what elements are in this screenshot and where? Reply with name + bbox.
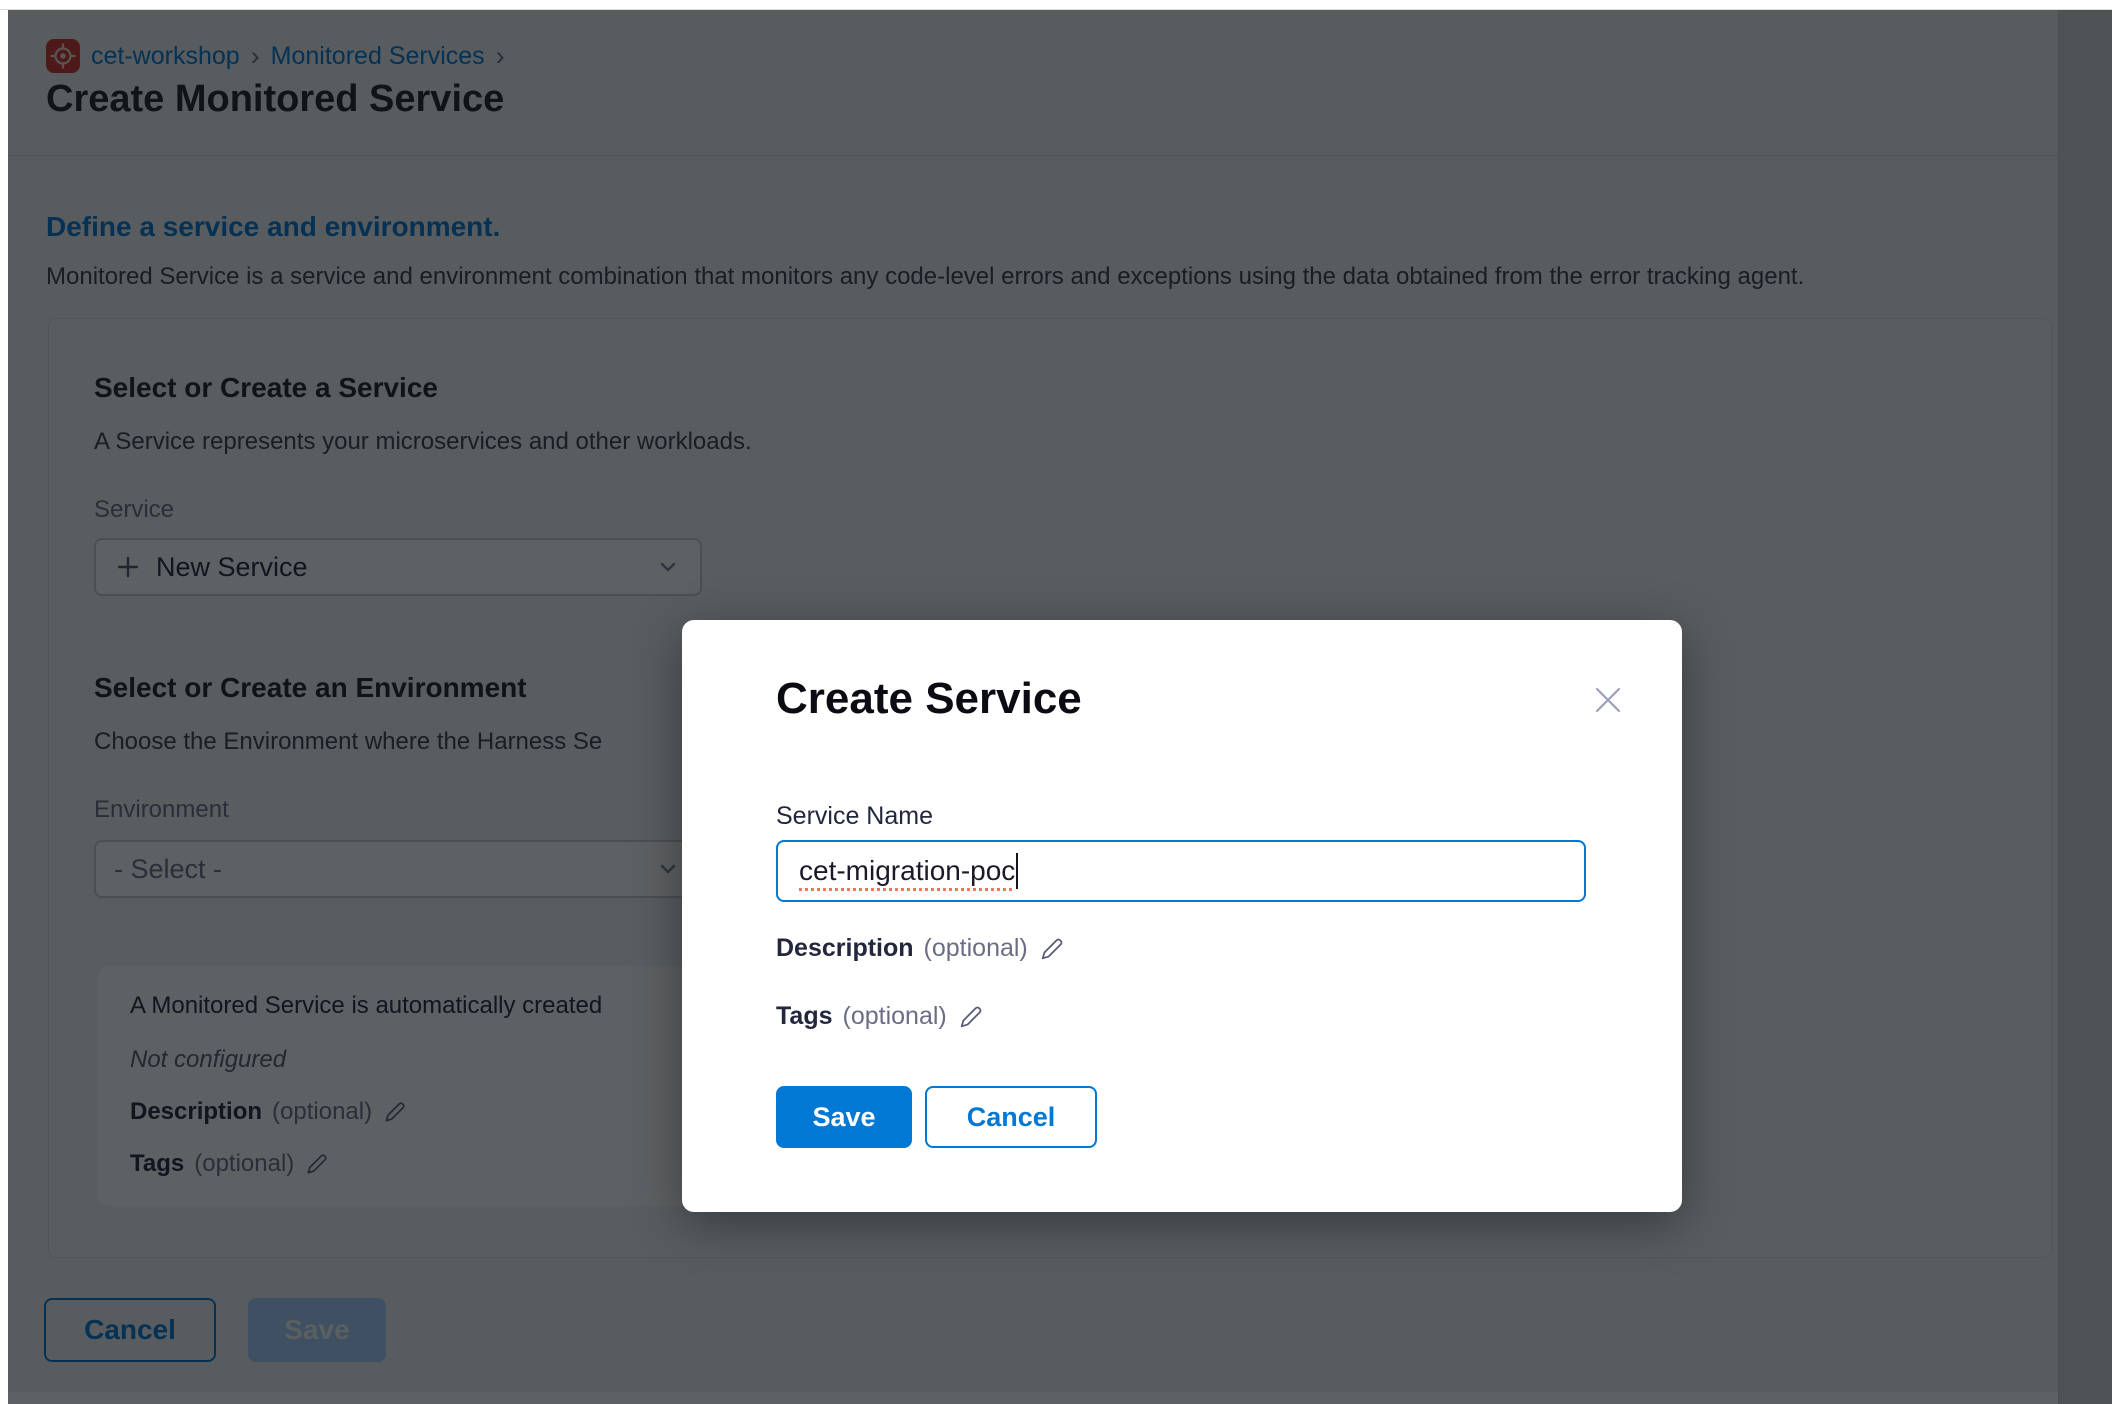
modal-tags-row: Tags (optional) xyxy=(776,1002,985,1031)
modal-description-row: Description (optional) xyxy=(776,934,1066,963)
create-service-modal: Create Service Service Name cet-migratio… xyxy=(682,620,1682,1212)
modal-description-label: Description xyxy=(776,934,914,963)
edit-pencil-icon[interactable] xyxy=(1038,935,1066,963)
modal-cancel-button[interactable]: Cancel xyxy=(925,1086,1097,1148)
screenshot-root: cet-workshop › Monitored Services › Crea… xyxy=(0,0,2112,1404)
service-name-label: Service Name xyxy=(776,802,933,831)
modal-description-optional: (optional) xyxy=(924,934,1028,963)
modal-save-button[interactable]: Save xyxy=(776,1086,912,1148)
window-left-edge xyxy=(0,10,8,1404)
service-name-value: cet-migration-poc xyxy=(799,855,1015,887)
window-top-edge xyxy=(0,0,2112,10)
modal-tags-label: Tags xyxy=(776,1002,833,1031)
modal-title: Create Service xyxy=(776,674,1082,724)
service-name-input[interactable]: cet-migration-poc xyxy=(776,840,1586,902)
text-caret xyxy=(1016,853,1018,889)
edit-pencil-icon[interactable] xyxy=(957,1003,985,1031)
close-icon[interactable] xyxy=(1588,680,1628,720)
modal-tags-optional: (optional) xyxy=(843,1002,947,1031)
